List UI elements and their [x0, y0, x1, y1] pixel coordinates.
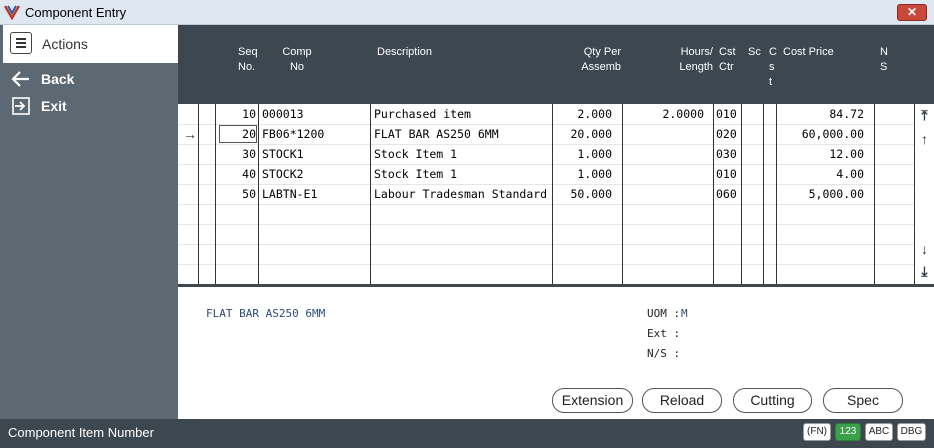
cell-comp[interactable]: FB06*1200 [262, 124, 368, 144]
col-header-hours[interactable]: Hours/Length [673, 45, 713, 75]
cell-hours[interactable]: 2.0000 [624, 104, 704, 124]
cell-seq[interactable]: 10 [216, 104, 256, 124]
app-logo-icon [4, 5, 20, 20]
cell-price[interactable]: 4.00 [778, 164, 864, 184]
col-header-description[interactable]: Description [377, 45, 432, 60]
exit-icon [12, 97, 30, 115]
cell-cst[interactable]: 060 [716, 184, 741, 204]
col-header-cost[interactable]: Cst [769, 45, 777, 90]
actions-label: Actions [42, 36, 88, 52]
window-title: Component Entry [25, 5, 127, 20]
cell-price[interactable]: 5,000.00 [778, 184, 864, 204]
cell-hours[interactable] [624, 184, 704, 204]
scroll-to-bottom-icon[interactable]: ⤓ [915, 262, 934, 280]
actions-header[interactable]: Actions [3, 25, 178, 63]
cell-desc[interactable]: Stock Item 1 [374, 164, 550, 184]
status-bar: Component Item Number (FN) 123 ABC DBG [0, 419, 934, 448]
col-header-cst-ctr[interactable]: Cst Ctr [719, 45, 736, 75]
col-header-qty[interactable]: Qty Per Assemb [573, 45, 621, 75]
badge-capslock: ABC [865, 423, 893, 441]
cell-qty[interactable]: 1.000 [554, 144, 612, 164]
cell-comp[interactable]: LABTN-E1 [262, 184, 368, 204]
cell-desc[interactable]: Labour Tradesman Standard [374, 184, 552, 204]
detail-panel: FLAT BAR AS250 6MM UOM : M Ext : N/S : E… [178, 287, 934, 419]
uom-label: UOM : [647, 307, 681, 320]
cutting-button[interactable]: Cutting [733, 388, 812, 413]
cell-hours[interactable] [624, 144, 704, 164]
sidebar-item-label: Exit [41, 98, 67, 114]
cell-desc[interactable]: FLAT BAR AS250 6MM [374, 124, 550, 144]
sidebar-item-label: Back [41, 71, 75, 87]
component-grid: Seq No. Comp No Description Qty Per Assemb … [178, 25, 934, 287]
title-bar: Component Entry ✕ [0, 0, 934, 25]
close-window-button[interactable]: ✕ [897, 4, 927, 21]
uom-value: M [681, 307, 688, 320]
cell-cst[interactable]: 010 [716, 164, 741, 184]
sidebar-item-back[interactable]: Back [3, 66, 178, 92]
cell-seq[interactable]: 30 [216, 144, 256, 164]
cell-price[interactable]: 60,000.00 [778, 124, 864, 144]
cell-comp[interactable]: STOCK1 [262, 144, 368, 164]
cell-desc[interactable]: Stock Item 1 [374, 144, 550, 164]
cell-comp[interactable]: STOCK2 [262, 164, 368, 184]
spec-button[interactable]: Spec [823, 388, 903, 413]
badge-debug: DBG [897, 423, 926, 441]
scroll-up-icon[interactable]: ↑ [915, 130, 934, 148]
cell-seq[interactable]: 50 [216, 184, 256, 204]
hamburger-menu-icon[interactable] [10, 32, 32, 54]
selected-item-description: FLAT BAR AS250 6MM [206, 307, 326, 320]
grid-header: Seq No. Comp No Description Qty Per Assemb … [178, 25, 934, 104]
cell-qty[interactable]: 1.000 [554, 164, 612, 184]
grid-scrollbar[interactable]: ⤒ ↑ ↓ ⤓ [914, 104, 934, 284]
status-text: Component Item Number [8, 425, 154, 440]
cell-hours[interactable] [624, 124, 704, 144]
cell-desc[interactable]: Purchased item [374, 104, 550, 124]
actions-sidebar: Actions Back Exit [0, 25, 178, 419]
cell-comp[interactable]: 000013 [262, 104, 368, 124]
reload-button[interactable]: Reload [642, 388, 722, 413]
col-header-sc[interactable]: Sc [748, 45, 761, 60]
arrow-left-icon [11, 71, 29, 87]
close-icon: ✕ [906, 5, 918, 19]
col-header-cost-price[interactable]: Cost Price [783, 45, 834, 60]
extension-button[interactable]: Extension [552, 388, 633, 413]
cell-cst[interactable]: 030 [716, 144, 741, 164]
ns-label: N/S : [647, 347, 681, 360]
ext-label: Ext : [647, 327, 681, 340]
col-header-seq[interactable]: Seq No. [238, 45, 258, 75]
cell-qty[interactable]: 20.000 [554, 124, 612, 144]
cell-cst[interactable]: 010 [716, 104, 741, 124]
cell-seq[interactable]: 20 [216, 124, 256, 144]
cell-cst[interactable]: 020 [716, 124, 741, 144]
cell-hours[interactable] [624, 164, 704, 184]
current-row-pointer-icon: → [183, 126, 197, 142]
sidebar-item-exit[interactable]: Exit [3, 93, 178, 119]
scroll-to-top-icon[interactable]: ⤒ [915, 106, 934, 124]
cell-price[interactable]: 12.00 [778, 144, 864, 164]
badge-fn: (FN) [803, 423, 831, 441]
badge-numlock: 123 [835, 423, 861, 441]
col-header-ns[interactable]: NS [880, 45, 888, 75]
cell-qty[interactable]: 2.000 [554, 104, 612, 124]
scroll-down-icon[interactable]: ↓ [915, 240, 934, 258]
col-header-comp[interactable]: Comp No [280, 45, 314, 75]
cell-price[interactable]: 84.72 [778, 104, 864, 124]
cell-seq[interactable]: 40 [216, 164, 256, 184]
cell-qty[interactable]: 50.000 [554, 184, 612, 204]
